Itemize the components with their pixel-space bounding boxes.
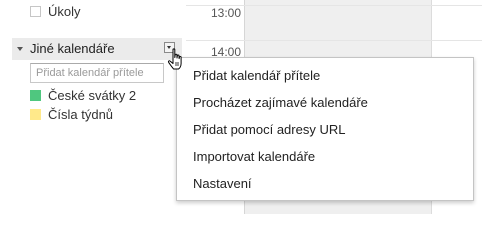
collapse-triangle-icon[interactable] xyxy=(17,47,23,51)
calendar-item-week-numbers[interactable]: Čísla týdnů xyxy=(30,105,113,123)
calendar-color-swatch[interactable] xyxy=(30,89,41,101)
add-friend-calendar-input[interactable] xyxy=(30,63,164,83)
checkbox[interactable] xyxy=(30,5,41,17)
calendar-item-czech-holidays[interactable]: České svátky 2 xyxy=(30,86,136,104)
hand-cursor-icon xyxy=(167,48,182,70)
calendar-label: Úkoly xyxy=(48,3,81,19)
calendar-item-tasks[interactable]: Úkoly xyxy=(30,2,81,20)
menu-item-browse-calendars[interactable]: Procházet zajímavé kalendáře xyxy=(193,95,368,110)
other-calendars-menu: Přidat kalendář přítele Procházet zajíma… xyxy=(176,57,474,201)
other-calendars-header[interactable]: Jiné kalendáře xyxy=(12,38,182,60)
hour-line xyxy=(186,40,482,41)
menu-item-add-friend-calendar[interactable]: Přidat kalendář přítele xyxy=(193,68,320,83)
menu-item-add-by-url[interactable]: Přidat pomocí adresy URL xyxy=(193,122,345,137)
menu-item-import-calendars[interactable]: Importovat kalendáře xyxy=(193,149,315,164)
sidebar: Úkoly Jiné kalendáře České svátky 2 Čísl… xyxy=(0,0,186,214)
calendar-color-swatch[interactable] xyxy=(30,108,41,120)
section-title: Jiné kalendáře xyxy=(30,41,115,56)
calendar-label: České svátky 2 xyxy=(48,87,137,103)
time-label: 13:00 xyxy=(211,6,242,20)
calendar-label: Čísla týdnů xyxy=(48,106,114,122)
menu-item-settings[interactable]: Nastavení xyxy=(193,176,252,191)
